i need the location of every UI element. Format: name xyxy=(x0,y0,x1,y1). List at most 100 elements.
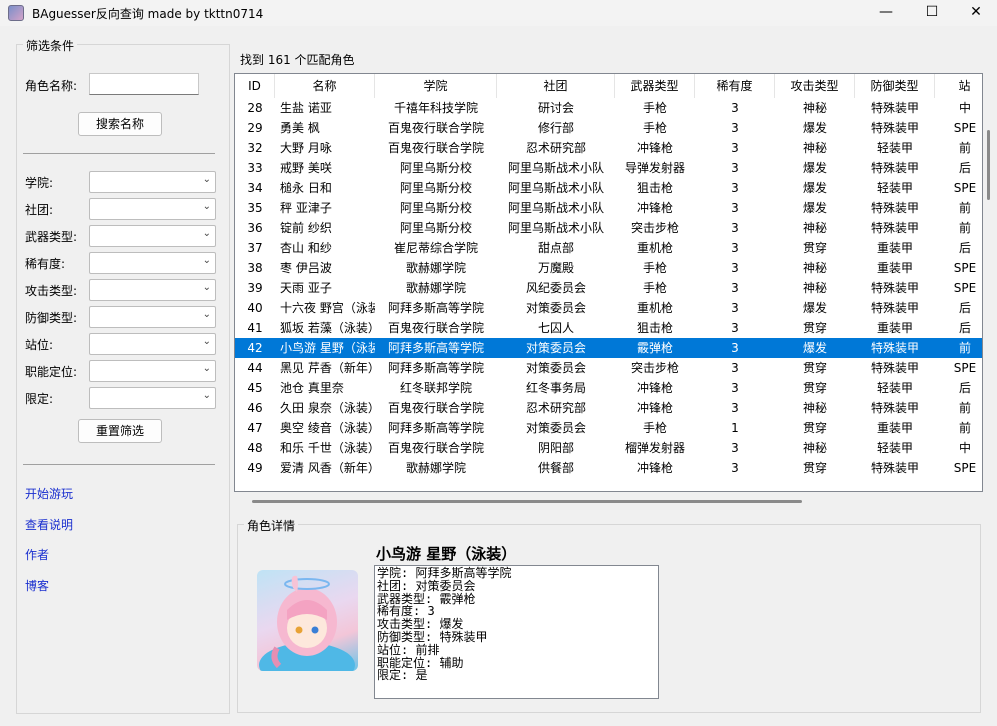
column-header[interactable]: 防御类型 xyxy=(855,74,935,98)
table-body[interactable]: 28 生盐 诺亚 千禧年科技学院 研讨会 手枪 3 神秘 特殊装甲中 29 勇美 枫百鬼夜行联合学… xyxy=(235,98,982,478)
table-cell: 池仓 真里奈 xyxy=(280,381,344,395)
filter-select-role[interactable]: ⌄ xyxy=(89,360,216,382)
table-cell: 风纪委员会 xyxy=(525,281,586,295)
filter-select-college[interactable]: ⌄ xyxy=(89,171,216,193)
table-cell: 阴阳部 xyxy=(537,441,574,455)
table-cell: 修行部 xyxy=(537,121,574,135)
table-cell: 贯穿 xyxy=(802,421,827,435)
table-cell: 久田 泉奈（泳装） xyxy=(280,401,375,415)
column-header[interactable]: 攻击类型 xyxy=(775,74,855,98)
table-cell: 阿里乌斯战术小队 xyxy=(507,181,604,195)
filter-select-weapon[interactable]: ⌄ xyxy=(89,225,216,247)
column-header[interactable]: ID xyxy=(235,74,275,98)
table-cell: 前 xyxy=(958,141,971,155)
table-row[interactable]: 47 奥空 绫音（泳装） 阿拜多斯高等学院 对策委员会 手枪 1 贯穿 重装甲 前 xyxy=(235,418,982,438)
table-cell: 对策委员会 xyxy=(525,421,586,435)
column-header[interactable]: 学院 xyxy=(375,74,497,98)
table-cell: 前 xyxy=(958,221,971,235)
chevron-down-icon: ⌄ xyxy=(202,228,211,239)
table-cell: 特殊装甲 xyxy=(870,361,919,375)
table-cell: 天雨 亚子 xyxy=(280,281,332,295)
table-row[interactable]: 42 小鸟游 星野（泳装） 阿拜多斯高等学院 对策委员会 霰弹枪 3 爆发 特殊装甲 前 xyxy=(235,338,982,358)
table-row[interactable]: 28 生盐 诺亚 千禧年科技学院 研讨会 手枪 3 神秘 特殊装甲 中 xyxy=(235,98,982,118)
table-row[interactable]: 36 锭前 纱织 阿里乌斯分校 阿里乌斯战术小队 突击步枪 3 神秘 特殊装甲 前 xyxy=(235,218,982,238)
table-cell: 后 xyxy=(958,321,971,335)
column-header[interactable]: 社团 xyxy=(497,74,615,98)
filter-select-club[interactable]: ⌄ xyxy=(89,198,216,220)
search-name-button[interactable]: 搜索名称 xyxy=(78,112,162,136)
column-header[interactable]: 名称 xyxy=(275,74,375,98)
column-header[interactable]: 稀有度 xyxy=(695,74,775,98)
table-row[interactable]: 40 十六夜 野宫（泳装） 阿拜多斯高等学院 对策委员会 重机枪 3 爆发 特殊装甲 后 xyxy=(235,298,982,318)
table-cell: 后 xyxy=(958,301,971,315)
table-cell: SPE xyxy=(953,181,977,195)
table-row[interactable]: 35 秤 亚津子 阿里乌斯分校 阿里乌斯战术小队 冲锋枪 3 爆发 特殊装甲 前 xyxy=(235,198,982,218)
table-row[interactable]: 39 天雨 亚子 歌赫娜学院 风纪委员会 手枪 3 神秘 特殊装甲 SPE xyxy=(235,278,982,298)
table-cell: 枣 伊吕波 xyxy=(280,261,332,275)
table-cell: 3 xyxy=(731,121,739,135)
table-cell: 3 xyxy=(731,141,739,155)
table-cell: 特殊装甲 xyxy=(870,101,919,115)
table-cell: 3 xyxy=(731,301,739,315)
app-icon xyxy=(8,5,24,21)
reset-filter-button[interactable]: 重置筛选 xyxy=(78,419,162,443)
link-blog[interactable]: 博客 xyxy=(25,577,49,594)
table-row[interactable]: 32 大野 月咏 百鬼夜行联合学院 忍术研究部 冲锋枪 3 神秘 轻装甲 前 xyxy=(235,138,982,158)
table-cell: 特殊装甲 xyxy=(870,201,919,215)
table-cell: 百鬼夜行联合学院 xyxy=(387,321,484,335)
table-row[interactable]: 29 勇美 枫 百鬼夜行联合学院 修行部 手枪 3 爆发 特殊装甲 SPE xyxy=(235,118,982,138)
table-cell: 前 xyxy=(958,401,971,415)
table-cell: SPE xyxy=(953,361,977,375)
table-row[interactable]: 33 戒野 美咲 阿里乌斯分校 阿里乌斯战术小队 导弹发射器 3 爆发 特殊装甲 后 xyxy=(235,158,982,178)
table-cell: 忍术研究部 xyxy=(525,401,586,415)
column-header[interactable]: 武器类型 xyxy=(615,74,695,98)
character-portrait xyxy=(257,570,358,671)
table-cell: 大野 月咏 xyxy=(280,141,332,155)
results-table[interactable]: ID 名称 学院 社团 武器类型 稀有度 攻击类型 防御类型站 28 生盐 诺亚 千禧年科技学院 研… xyxy=(234,73,983,492)
table-cell: 百鬼夜行联合学院 xyxy=(387,121,484,135)
table-row[interactable]: 49 爱清 风香（新年） 歌赫娜学院 供餐部 冲锋枪 3 贯穿 特殊装甲 SPE xyxy=(235,458,982,478)
filter-select-defense[interactable]: ⌄ xyxy=(89,306,216,328)
table-row[interactable]: 38 枣 伊吕波 歌赫娜学院 万魔殿 手枪 3 神秘 重装甲 SPE xyxy=(235,258,982,278)
table-cell: 歌赫娜学院 xyxy=(405,281,466,295)
table-row[interactable]: 41 狐坂 若藻（泳装） 百鬼夜行联合学院 七囚人 狙击枪 3 贯穿 重装甲 后 xyxy=(235,318,982,338)
column-header[interactable]: 站 xyxy=(935,74,982,98)
table-cell: 霰弹枪 xyxy=(636,341,673,355)
table-row[interactable]: 34 槌永 日和 阿里乌斯分校 阿里乌斯战术小队 狙击枪 3 爆发 轻装甲 SPE xyxy=(235,178,982,198)
table-row[interactable]: 46 久田 泉奈（泳装） 百鬼夜行联合学院 忍术研究部 冲锋枪 3 神秘 特殊装甲 前 xyxy=(235,398,982,418)
table-row[interactable]: 44 黑见 芹香（新年） 阿拜多斯高等学院 对策委员会 突击步枪 3 贯穿 特殊装甲 SPE xyxy=(235,358,982,378)
character-info-text[interactable]: 学院: 阿拜多斯高等学院 社团: 对策委员会 武器类型: 霰弹枪 稀有度: 3 攻击类型… xyxy=(374,565,659,699)
table-cell: 贯穿 xyxy=(802,461,827,475)
table-cell: 前 xyxy=(958,341,971,355)
table-cell: 手枪 xyxy=(642,281,667,295)
table-cell: 小鸟游 星野（泳装） xyxy=(280,341,375,355)
maximize-button[interactable]: ☐ xyxy=(909,0,955,26)
table-cell: 3 xyxy=(731,341,739,355)
table-cell: 后 xyxy=(958,381,971,395)
link-start-game[interactable]: 开始游玩 xyxy=(25,485,73,502)
minimize-button[interactable]: — xyxy=(863,0,909,26)
name-search-input[interactable] xyxy=(89,73,199,95)
vertical-scrollbar[interactable] xyxy=(987,130,990,200)
table-cell: 狐坂 若藻（泳装） xyxy=(280,321,375,335)
table-cell: 爆发 xyxy=(802,341,827,355)
table-cell: 生盐 诺亚 xyxy=(280,101,332,115)
table-cell: 29 xyxy=(247,121,263,135)
table-row[interactable]: 37 杏山 和纱 崔尼蒂综合学院 甜点部 重机枪 3 贯穿 重装甲 后 xyxy=(235,238,982,258)
table-cell: 33 xyxy=(247,161,263,175)
title-bar: BAguesser反向查询 made by tkttn0714 — ☐ ✕ xyxy=(0,0,997,26)
table-row[interactable]: 45 池仓 真里奈 红冬联邦学院 红冬事务局 冲锋枪 3 贯穿 轻装甲 后 xyxy=(235,378,982,398)
table-cell: 特殊装甲 xyxy=(870,341,919,355)
table-cell: 32 xyxy=(247,141,263,155)
filter-select-limited[interactable]: ⌄ xyxy=(89,387,216,409)
table-cell: 手枪 xyxy=(642,101,667,115)
close-button[interactable]: ✕ xyxy=(953,0,997,26)
table-row[interactable]: 48 和乐 千世（泳装） 百鬼夜行联合学院 阴阳部 榴弹发射器 3 神秘 轻装甲 中 xyxy=(235,438,982,458)
filter-select-attack[interactable]: ⌄ xyxy=(89,279,216,301)
link-instructions[interactable]: 查看说明 xyxy=(25,516,73,533)
table-cell: 神秘 xyxy=(802,221,827,235)
link-author[interactable]: 作者 xyxy=(25,546,49,563)
filter-select-position[interactable]: ⌄ xyxy=(89,333,216,355)
filter-select-rarity[interactable]: ⌄ xyxy=(89,252,216,274)
horizontal-scrollbar[interactable] xyxy=(252,500,802,503)
